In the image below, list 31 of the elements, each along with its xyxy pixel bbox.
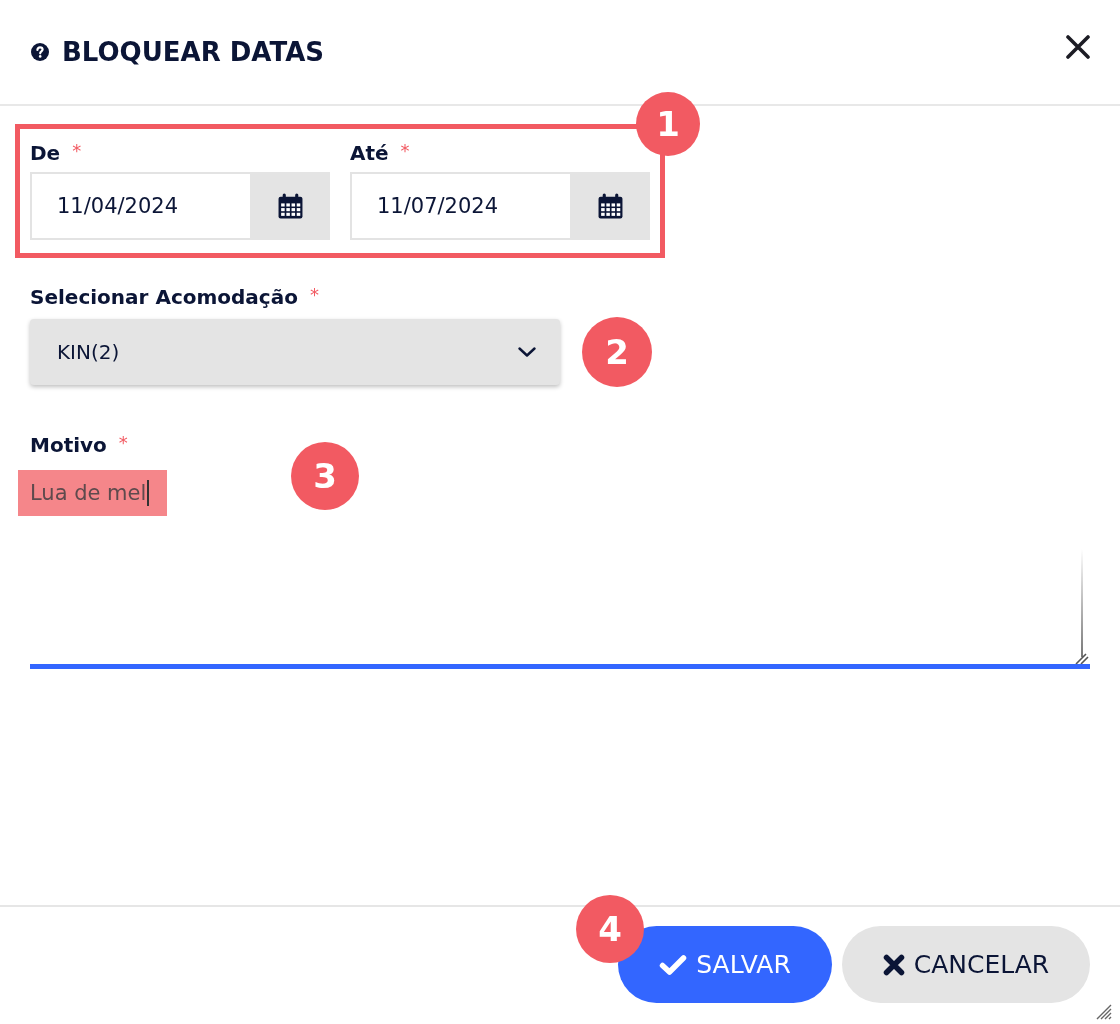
dialog-title: BLOQUEAR DATAS xyxy=(62,36,324,68)
required-mark: * xyxy=(309,285,319,305)
close-button[interactable] xyxy=(1066,35,1090,59)
date-input[interactable]: 11/04/2024 xyxy=(30,172,250,240)
text-cursor-icon xyxy=(147,480,150,506)
required-mark: * xyxy=(400,141,410,161)
required-mark: * xyxy=(72,141,82,161)
field-label: Motivo xyxy=(30,433,107,457)
x-icon xyxy=(882,953,905,976)
field-label: Selecionar Acomodação xyxy=(30,285,298,309)
cancel-button[interactable]: CANCELAR xyxy=(842,926,1090,1003)
calendar-icon xyxy=(597,193,623,219)
reason-value: Lua de mel xyxy=(30,480,147,506)
accommodation-select[interactable]: KIN(2) xyxy=(30,319,560,385)
close-icon xyxy=(1066,35,1090,59)
number-badge: 4 xyxy=(576,895,644,963)
number-badge: 1 xyxy=(636,92,700,156)
check-icon xyxy=(659,953,688,976)
number-badge: 3 xyxy=(291,442,359,510)
calendar-button[interactable] xyxy=(250,172,330,240)
required-mark: * xyxy=(118,433,128,453)
resize-grip-icon xyxy=(1075,653,1089,665)
field-label: De xyxy=(30,141,61,165)
help-icon xyxy=(31,43,49,61)
resize-grip-icon xyxy=(1096,1004,1112,1020)
calendar-button[interactable] xyxy=(570,172,650,240)
date-input[interactable]: 11/07/2024 xyxy=(350,172,570,240)
chevron-down-icon xyxy=(518,347,536,357)
field-label: Até xyxy=(350,141,389,165)
calendar-icon xyxy=(277,193,303,219)
number-badge: 2 xyxy=(582,317,652,387)
